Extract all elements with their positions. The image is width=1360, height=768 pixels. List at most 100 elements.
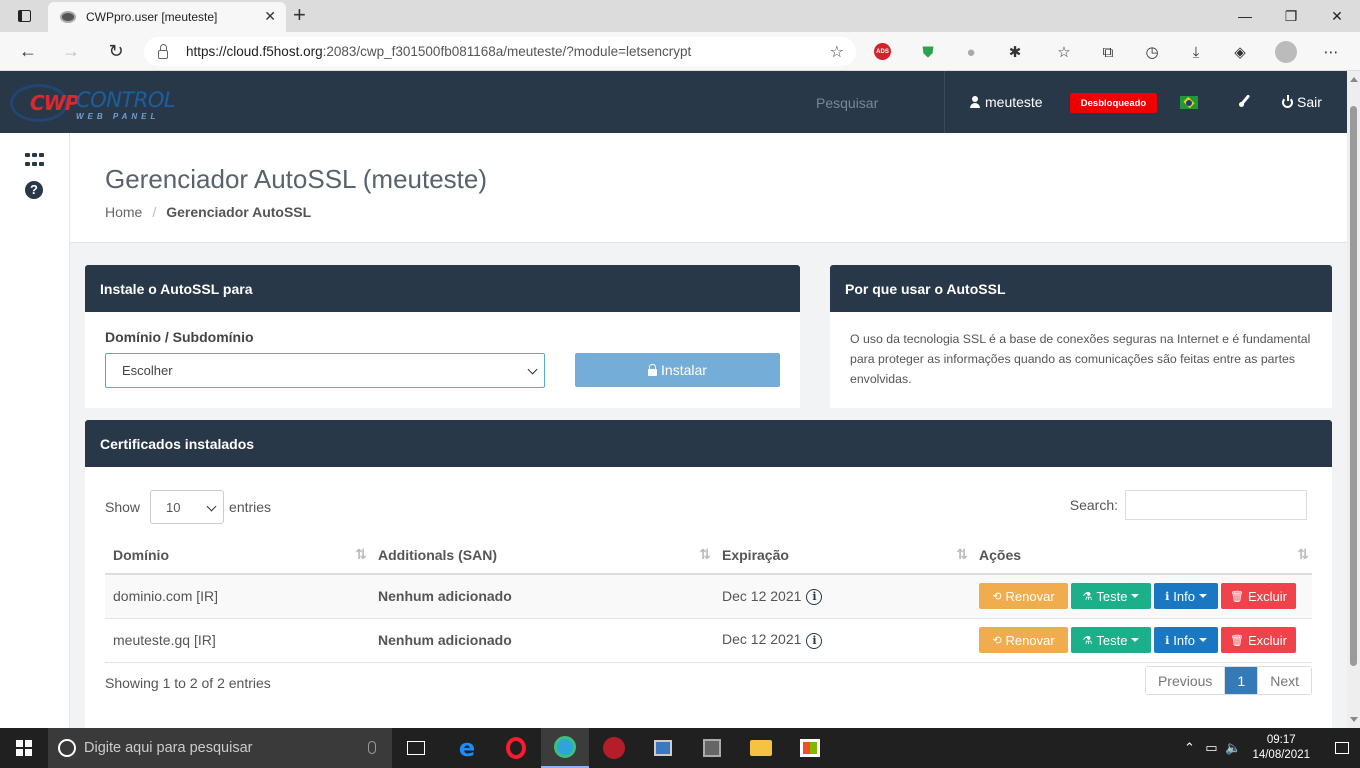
why-panel-title: Por que usar o AutoSSL xyxy=(830,265,1332,312)
browser-titlebar: CWPpro.user [meuteste] ✕ + — ❐ ✕ xyxy=(0,0,1360,32)
window-controls: — ❐ ✕ xyxy=(1222,0,1360,32)
test-button[interactable]: ⚗ Teste xyxy=(1071,583,1151,610)
app-red-icon[interactable] xyxy=(590,728,638,768)
breadcrumb-home[interactable]: Home xyxy=(105,204,142,220)
extension-icon[interactable]: ● xyxy=(960,41,982,63)
tab-actions-button[interactable] xyxy=(10,5,38,27)
tab-close-icon[interactable]: ✕ xyxy=(264,8,276,25)
domain-select[interactable]: Escolher xyxy=(105,353,545,388)
sort-icon: ⇅ xyxy=(1297,546,1309,562)
column-san[interactable]: Additionals (SAN) ⇅ xyxy=(370,536,714,575)
download-icon[interactable]: ⤓ xyxy=(1185,41,1207,63)
tab-actions-icon xyxy=(17,10,31,22)
info-circle-icon[interactable]: i xyxy=(806,588,823,605)
info-icon: ℹ xyxy=(1165,590,1170,603)
minimize-button[interactable]: — xyxy=(1222,0,1268,32)
info-button[interactable]: ℹ Info xyxy=(1154,583,1218,610)
cwp-header: CWP CONTROL WEB PANEL Pesquisar meuteste… xyxy=(0,71,1347,133)
info-button[interactable]: ℹ Info xyxy=(1154,627,1218,653)
brush-icon[interactable] xyxy=(1238,94,1252,108)
table-row: meuteste.gq [IR] Nenhum adicionado Dec 1… xyxy=(105,618,1312,663)
table-header-row: Domínio ⇅ Additionals (SAN) ⇅ Expiração ⇅ A… xyxy=(105,536,1312,575)
pagination-next[interactable]: Next xyxy=(1257,667,1311,694)
mic-icon[interactable] xyxy=(368,741,376,754)
user-menu[interactable]: meuteste xyxy=(970,94,1043,110)
favorite-add-icon[interactable]: ☆ xyxy=(830,42,844,62)
delete-button[interactable]: 🗑 Excluir xyxy=(1221,583,1296,610)
install-button[interactable]: Instalar xyxy=(575,353,780,387)
shield-icon[interactable]: ⛊ xyxy=(917,41,939,63)
new-tab-button[interactable]: + xyxy=(293,4,306,26)
cell-san: Nenhum adicionado xyxy=(370,574,714,619)
domain-field-label: Domínio / Subdomínio xyxy=(105,329,254,345)
scroll-down-icon[interactable] xyxy=(1350,717,1358,722)
column-domain[interactable]: Domínio ⇅ xyxy=(105,536,370,575)
forward-icon[interactable]: → xyxy=(58,39,84,63)
help-icon[interactable]: ? xyxy=(25,181,43,199)
file-explorer-icon[interactable] xyxy=(737,728,785,768)
collections-icon[interactable]: ⧉ xyxy=(1097,41,1119,63)
adblock-icon[interactable]: ADS xyxy=(874,43,891,60)
pagination-page-1[interactable]: 1 xyxy=(1224,667,1258,694)
column-expiration[interactable]: Expiração ⇅ xyxy=(714,536,971,575)
restore-button[interactable]: ❐ xyxy=(1268,0,1314,32)
ie-edge-icon[interactable]: e xyxy=(443,728,491,768)
task-view-icon[interactable] xyxy=(392,728,440,768)
chevron-up-icon[interactable]: ⌃ xyxy=(1178,740,1200,756)
certificates-panel-title: Certificados instalados xyxy=(85,420,1332,467)
page-scrollbar[interactable] xyxy=(1347,71,1360,728)
test-button[interactable]: ⚗ Teste xyxy=(1071,627,1151,653)
header-search[interactable]: Pesquisar xyxy=(816,95,878,111)
clock[interactable]: 09:17 14/08/2021 xyxy=(1252,733,1310,763)
back-icon[interactable]: ← xyxy=(15,39,41,63)
address-bar[interactable]: https://cloud.f5host.org:2083/cwp_f30150… xyxy=(144,37,856,66)
apps-grid-icon[interactable] xyxy=(25,153,46,168)
profile-avatar[interactable] xyxy=(1275,41,1297,63)
table-search-input[interactable] xyxy=(1125,490,1307,520)
windows-start-icon xyxy=(16,740,32,756)
cell-expiration: Dec 12 2021 i xyxy=(714,574,971,619)
renew-button[interactable]: ⟲ Renovar xyxy=(979,627,1068,653)
install-panel: Instale o AutoSSL para Domínio / Subdomí… xyxy=(85,265,800,408)
logout-button[interactable]: Sair xyxy=(1282,94,1322,110)
cwp-logo[interactable]: CWP CONTROL WEB PANEL xyxy=(10,80,185,124)
more-icon[interactable]: ⋯ xyxy=(1320,41,1342,63)
puzzle-icon[interactable]: ✱ xyxy=(1004,41,1026,63)
info-circle-icon[interactable]: i xyxy=(806,632,823,649)
refresh-icon: ⟲ xyxy=(992,634,1002,647)
renew-button[interactable]: ⟲ Renovar xyxy=(979,583,1068,610)
store-icon[interactable] xyxy=(786,728,834,768)
network-icon[interactable]: ▭ xyxy=(1200,740,1222,756)
flask-icon: ⚗ xyxy=(1082,590,1093,603)
network-pc-icon[interactable] xyxy=(639,728,687,768)
refresh-icon: ⟲ xyxy=(992,590,1002,603)
history-icon[interactable]: ◷ xyxy=(1141,41,1163,63)
cell-expiration: Dec 12 2021 i xyxy=(714,618,971,663)
edge-icon[interactable] xyxy=(541,728,589,768)
status-badge[interactable]: Desbloqueado xyxy=(1070,93,1157,113)
volume-icon[interactable]: 🔈 xyxy=(1222,740,1244,756)
pagination-previous[interactable]: Previous xyxy=(1145,667,1225,694)
table-row: dominio.com [IR] Nenhum adicionado Dec 1… xyxy=(105,574,1312,619)
pagination: Previous 1 Next xyxy=(1144,666,1312,695)
main-content: Gerenciador AutoSSL (meuteste) Home / Gere… xyxy=(70,133,1347,728)
favicon xyxy=(60,11,76,23)
browser-tab[interactable]: CWPpro.user [meuteste] ✕ xyxy=(48,2,286,32)
delete-button[interactable]: 🗑 Excluir xyxy=(1221,627,1296,653)
scroll-up-icon[interactable] xyxy=(1350,77,1358,82)
opera-icon[interactable] xyxy=(492,728,540,768)
favorites-icon[interactable]: ☆ xyxy=(1053,41,1075,63)
why-panel-text: O uso da tecnologia SSL é a base de cone… xyxy=(850,332,1311,386)
brazil-flag-icon[interactable] xyxy=(1180,96,1198,109)
refresh-icon[interactable]: ↻ xyxy=(103,39,129,63)
breadcrumb-current: Gerenciador AutoSSL xyxy=(166,204,312,220)
entries-select[interactable]: 10 xyxy=(150,490,225,524)
extensions-icon[interactable]: ◈ xyxy=(1229,41,1251,63)
notification-icon[interactable] xyxy=(1324,728,1360,768)
start-button[interactable] xyxy=(0,728,48,768)
column-actions[interactable]: Ações ⇅ xyxy=(971,536,1312,575)
close-window-button[interactable]: ✕ xyxy=(1314,0,1360,32)
app-dark-icon[interactable] xyxy=(688,728,736,768)
taskbar-search[interactable]: Digite aqui para pesquisar xyxy=(48,728,392,768)
scroll-thumb[interactable] xyxy=(1350,106,1357,666)
